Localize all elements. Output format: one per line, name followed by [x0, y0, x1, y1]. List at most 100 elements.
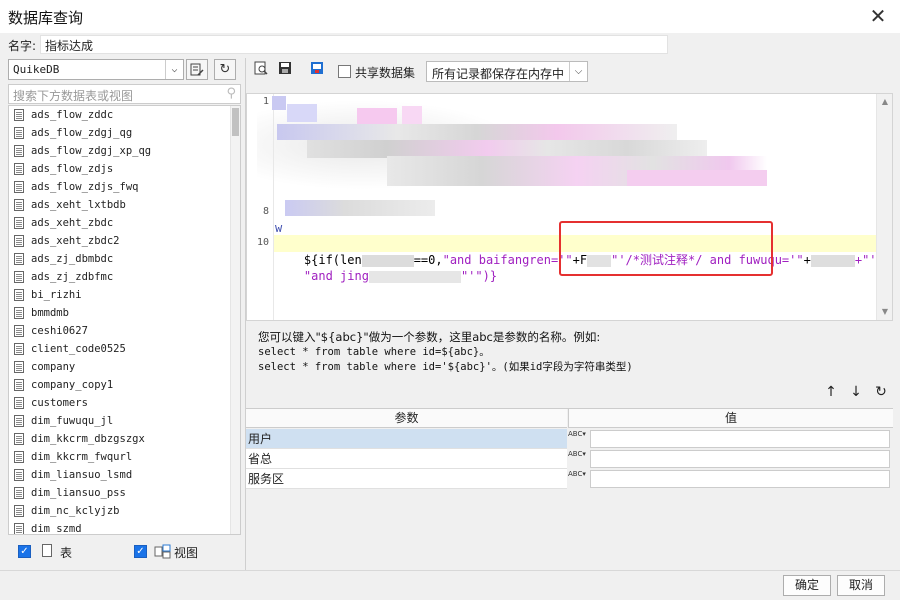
param-name[interactable]: 服务区 [246, 469, 567, 489]
move-down-button[interactable]: ↓ [848, 384, 864, 400]
refresh-icon: ↻ [219, 62, 231, 77]
scroll-up-icon[interactable]: ▲ [880, 97, 890, 107]
string-type-icon[interactable]: ABC▾ [568, 430, 588, 448]
code-token: + [803, 253, 811, 267]
table-name: ads_flow_zdjs [31, 163, 114, 175]
table-list-item[interactable]: ads_xeht_zbdc2 [9, 232, 240, 250]
table-name: ads_flow_zdgj_qg [31, 127, 133, 139]
table-list-item[interactable]: client_code0525 [9, 340, 240, 358]
table-icon [14, 217, 24, 229]
database-select[interactable]: QuikeDB ⌵ [8, 59, 184, 80]
table-list-item[interactable]: ads_zj_zdbfmc [9, 268, 240, 286]
param-row[interactable]: 服务区 ABC▾ [246, 469, 893, 489]
close-button[interactable]: ✕ [866, 5, 890, 29]
preview-button[interactable] [251, 61, 271, 81]
table-list-item[interactable]: ads_flow_zdgj_qg [9, 124, 240, 142]
table-icon [14, 523, 24, 534]
table-name: dim_kkcrm_fwqurl [31, 451, 133, 463]
table-list-item[interactable]: dim_nc_kclyjzb [9, 502, 240, 520]
table-list-item[interactable]: dim_liansuo_pss [9, 484, 240, 502]
memory-mode-select[interactable]: 所有记录都保存在内存中 ⌵ [426, 61, 588, 82]
view-icon [154, 544, 171, 559]
obscured-token [810, 254, 855, 267]
refresh-params-button[interactable]: ↻ [873, 384, 889, 400]
param-type: ABC [568, 450, 583, 458]
ok-button[interactable]: 确定 [783, 575, 831, 596]
param-name[interactable]: 用户 [246, 429, 567, 449]
show-tables-label: 表 [60, 546, 73, 560]
table-list-item[interactable]: dim_kkcrm_dbzgszgx [9, 430, 240, 448]
edit-connection-button[interactable] [186, 59, 208, 80]
table-list-item[interactable]: ads_zj_dbmbdc [9, 250, 240, 268]
param-value-input[interactable] [590, 470, 890, 488]
table-list[interactable]: ads_flow_zddc ads_flow_zdgj_qg ads_flow_zd… [8, 105, 241, 535]
column-header-value[interactable]: 值 [568, 409, 893, 428]
column-header-param[interactable]: 参数 [246, 409, 567, 428]
table-icon [14, 127, 24, 139]
table-list-item[interactable]: ads_xeht_lxtbdb [9, 196, 240, 214]
search-placeholder: 搜索下方数据表或视图 [13, 89, 134, 103]
table-list-item[interactable]: ceshi0627 [9, 322, 240, 340]
string-type-icon[interactable]: ABC▾ [568, 450, 588, 468]
param-row[interactable]: 省总 ABC▾ [246, 449, 893, 469]
table-icon [14, 343, 24, 355]
table-list-item[interactable]: dim_liansuo_lsmd [9, 466, 240, 484]
export-button[interactable] [307, 61, 327, 81]
param-value-input[interactable] [590, 450, 890, 468]
param-row[interactable]: 用户 ABC▾ [246, 429, 893, 449]
sql-editor[interactable]: 1 8 10 w ${if(len==0,"and baifangren='"+… [246, 93, 893, 321]
name-input[interactable]: 指标达成 [40, 35, 668, 54]
table-name: dim_liansuo_lsmd [31, 469, 133, 481]
code-line-11: "and jing "'")} [275, 252, 497, 300]
table-list-item[interactable]: dim_szmd [9, 520, 240, 535]
save-icon [279, 62, 291, 74]
table-list-item[interactable]: ads_flow_zdjs_fwq [9, 178, 240, 196]
string-type-icon[interactable]: ABC▾ [568, 470, 588, 488]
show-tables-checkbox[interactable]: ✓ [18, 545, 31, 558]
table-icon [14, 379, 24, 391]
table-icon [14, 163, 24, 175]
database-export-icon [310, 62, 323, 74]
table-list-item[interactable]: dim_fuwuqu_jl [9, 412, 240, 430]
table-list-item[interactable]: bmmdmb [9, 304, 240, 322]
table-list-item[interactable]: bi_rizhi [9, 286, 240, 304]
help-line-1: 您可以键入"${abc}"做为一个参数，这里abc是参数的名称。例如: [258, 330, 601, 344]
show-views-checkbox[interactable]: ✓ [134, 545, 147, 558]
table-search-input[interactable]: 搜索下方数据表或视图 ⚲ [8, 84, 241, 104]
table-icon [14, 415, 24, 427]
table-list-item[interactable]: dim_kkcrm_fwqurl [9, 448, 240, 466]
memory-mode-value: 所有记录都保存在内存中 [432, 67, 565, 81]
save-button[interactable] [275, 61, 295, 81]
param-value-input[interactable] [590, 430, 890, 448]
list-filter-checks: ✓ 表 ✓ 视图 [8, 542, 241, 564]
scroll-down-icon[interactable]: ▼ [880, 307, 890, 317]
cancel-button[interactable]: 取消 [837, 575, 885, 596]
editor-scrollbar[interactable]: ▲ ▼ [876, 94, 892, 320]
table-name: ads_flow_zdgj_xp_qg [31, 145, 152, 157]
table-icon [14, 181, 24, 193]
table-list-item[interactable]: ads_flow_zdgj_xp_qg [9, 142, 240, 160]
refresh-tables-button[interactable]: ↻ [214, 59, 236, 80]
table-name: dim_szmd [31, 523, 82, 535]
param-name[interactable]: 省总 [246, 449, 567, 469]
param-type: ABC [568, 470, 583, 478]
table-list-item[interactable]: customers [9, 394, 240, 412]
move-up-button[interactable]: ↑ [823, 384, 839, 400]
table-icon [14, 253, 24, 265]
line-number: 10 [256, 237, 269, 248]
edit-db-icon [190, 63, 204, 76]
code-token: "and jing [303, 269, 369, 283]
table-icon [14, 199, 24, 211]
table-list-item[interactable]: ads_xeht_zbdc [9, 214, 240, 232]
table-list-item[interactable]: company [9, 358, 240, 376]
table-list-item[interactable]: company_copy1 [9, 376, 240, 394]
table-icon [42, 544, 52, 557]
table-icon [14, 505, 24, 517]
table-list-item[interactable]: ads_flow_zddc [9, 106, 240, 124]
share-dataset-checkbox[interactable] [338, 65, 351, 78]
table-name: ads_zj_dbmbdc [31, 253, 114, 265]
table-icon [14, 469, 24, 481]
table-list-item[interactable]: ads_flow_zdjs [9, 160, 240, 178]
parameter-table: 参数 值 用户 ABC▾ 省总 ABC▾ 服务区 ABC▾ [246, 408, 893, 490]
name-row: 名字: 指标达成 [0, 33, 900, 57]
